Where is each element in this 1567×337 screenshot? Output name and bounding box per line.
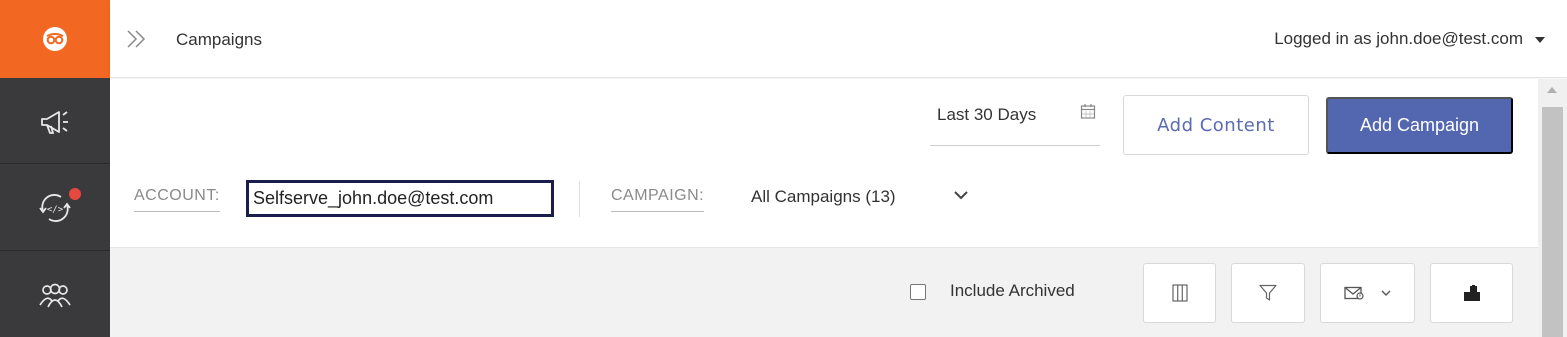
- chevron-down-icon[interactable]: [952, 189, 970, 201]
- megaphone-icon: [41, 110, 68, 134]
- include-archived-checkbox[interactable]: [910, 284, 926, 300]
- code-sync-icon: </>: [39, 193, 71, 222]
- user-menu[interactable]: Logged in as john.doe@test.com: [1274, 29, 1545, 49]
- export-button[interactable]: [1430, 263, 1513, 323]
- breadcrumb: Campaigns: [176, 30, 262, 49]
- scrollbar-thumb[interactable]: [1542, 107, 1563, 337]
- filter-divider: [579, 181, 580, 217]
- email-report-icon: [1343, 286, 1364, 300]
- notification-dot: [69, 188, 81, 200]
- expand-sidebar-icon[interactable]: [125, 28, 149, 50]
- add-campaign-button[interactable]: Add Campaign: [1326, 97, 1513, 154]
- svg-text:</>: </>: [47, 205, 64, 215]
- account-selector[interactable]: Selfserve_john.doe@test.com: [246, 180, 554, 217]
- calendar-icon: [1080, 104, 1096, 119]
- scrollbar[interactable]: [1538, 79, 1567, 337]
- columns-icon: [1171, 284, 1188, 302]
- export-icon: [1463, 285, 1480, 301]
- account-label: ACCOUNT:: [134, 187, 220, 212]
- caret-down-icon: [1535, 37, 1545, 43]
- campaign-selector[interactable]: All Campaigns (13): [751, 187, 896, 207]
- date-range-picker[interactable]: Last 30 Days: [930, 100, 1100, 146]
- table-toolbar: Include Archived: [110, 247, 1538, 337]
- email-report-button[interactable]: [1320, 263, 1415, 323]
- date-range-label: Last 30 Days: [937, 105, 1037, 124]
- sidebar-item-tracking[interactable]: </>: [0, 165, 110, 251]
- include-archived-label[interactable]: Include Archived: [950, 281, 1075, 301]
- main-content: Last 30 Days Add Content Add Campaign AC…: [110, 79, 1538, 337]
- scroll-up-icon[interactable]: [1547, 87, 1557, 93]
- sidebar-item-campaigns[interactable]: [0, 78, 110, 164]
- logo-button[interactable]: [0, 0, 110, 78]
- logo-icon: [43, 27, 67, 51]
- audience-icon: [39, 283, 71, 307]
- user-label: Logged in as john.doe@test.com: [1274, 29, 1523, 48]
- filter-icon: [1259, 284, 1277, 301]
- columns-button[interactable]: [1143, 263, 1216, 323]
- chevron-down-icon: [1381, 290, 1390, 296]
- sidebar: </>: [0, 0, 110, 337]
- header-bar: Campaigns Logged in as john.doe@test.com: [110, 0, 1567, 78]
- account-value: Selfserve_john.doe@test.com: [253, 188, 494, 208]
- campaign-label: CAMPAIGN:: [611, 187, 705, 212]
- add-content-button[interactable]: Add Content: [1123, 95, 1309, 155]
- filter-button[interactable]: [1231, 263, 1305, 323]
- sidebar-item-audiences[interactable]: [0, 252, 110, 337]
